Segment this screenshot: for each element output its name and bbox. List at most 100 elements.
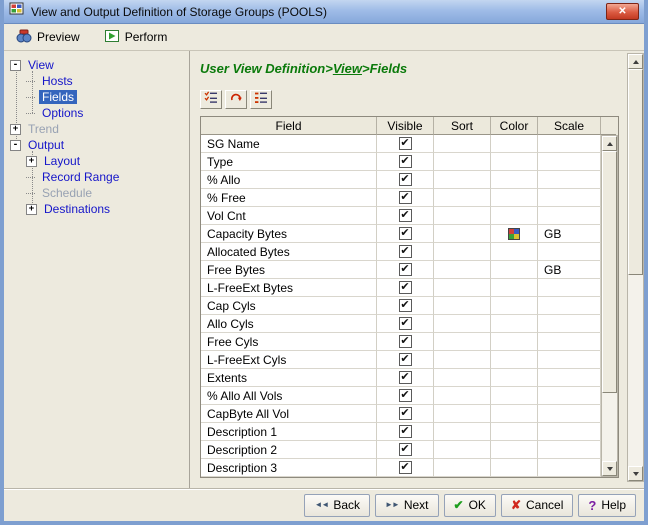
scale-cell[interactable] (538, 243, 601, 261)
ok-button[interactable]: ✔ OK (444, 494, 496, 517)
sort-cell[interactable] (434, 261, 491, 279)
color-cell[interactable] (491, 369, 538, 387)
color-cell[interactable] (491, 459, 538, 477)
sort-cell[interactable] (434, 171, 491, 189)
sort-cell[interactable] (434, 153, 491, 171)
color-cell[interactable] (491, 441, 538, 459)
visible-checkbox[interactable]: ✔ (399, 425, 412, 438)
field-name-cell[interactable]: SG Name (201, 135, 377, 153)
uncheck-all-fields-button[interactable] (250, 90, 272, 109)
field-name-cell[interactable]: Description 1 (201, 423, 377, 441)
field-name-cell[interactable]: Description 2 (201, 441, 377, 459)
back-button[interactable]: ◄◄ Back (304, 494, 370, 517)
sort-cell[interactable] (434, 297, 491, 315)
next-button[interactable]: ►► Next (375, 494, 439, 517)
sort-cell[interactable] (434, 423, 491, 441)
tree-expander-icon[interactable]: + (10, 124, 21, 135)
scale-cell[interactable]: GB (538, 225, 601, 243)
color-cell[interactable] (491, 243, 538, 261)
scale-cell[interactable] (538, 423, 601, 441)
visible-checkbox[interactable]: ✔ (399, 173, 412, 186)
tree-item[interactable]: Record Range (4, 169, 189, 185)
scale-cell[interactable] (538, 171, 601, 189)
field-name-cell[interactable]: L-FreeExt Cyls (201, 351, 377, 369)
title-bar[interactable]: View and Output Definition of Storage Gr… (4, 0, 644, 24)
field-name-cell[interactable]: CapByte All Vol (201, 405, 377, 423)
color-cell[interactable] (491, 207, 538, 225)
sort-cell[interactable] (434, 225, 491, 243)
visible-checkbox[interactable]: ✔ (399, 407, 412, 420)
sort-cell[interactable] (434, 315, 491, 333)
color-cell[interactable] (491, 387, 538, 405)
tree-item[interactable]: Fields (4, 89, 189, 105)
visible-checkbox[interactable]: ✔ (399, 335, 412, 348)
field-name-cell[interactable]: Vol Cnt (201, 207, 377, 225)
visible-checkbox[interactable]: ✔ (399, 353, 412, 366)
visible-checkbox[interactable]: ✔ (399, 371, 412, 384)
field-name-cell[interactable]: Description 3 (201, 459, 377, 477)
field-name-cell[interactable]: Extents (201, 369, 377, 387)
color-cell[interactable] (491, 405, 538, 423)
panel-scrollbar[interactable] (627, 53, 644, 482)
color-cell[interactable] (491, 333, 538, 351)
col-header-color[interactable]: Color (491, 117, 538, 135)
tree-item[interactable]: + Trend (4, 121, 189, 137)
perform-button[interactable]: Perform (100, 26, 172, 49)
color-cell[interactable] (491, 135, 538, 153)
color-cell[interactable] (491, 423, 538, 441)
field-name-cell[interactable]: Cap Cyls (201, 297, 377, 315)
scale-cell[interactable] (538, 135, 601, 153)
visible-checkbox[interactable]: ✔ (399, 209, 412, 222)
scale-cell[interactable] (538, 153, 601, 171)
check-all-fields-button[interactable] (200, 90, 222, 109)
visible-checkbox[interactable]: ✔ (399, 191, 412, 204)
scale-cell[interactable] (538, 189, 601, 207)
color-cell[interactable] (491, 189, 538, 207)
scale-cell[interactable] (538, 405, 601, 423)
col-header-sort[interactable]: Sort (434, 117, 491, 135)
field-name-cell[interactable]: Capacity Bytes (201, 225, 377, 243)
color-cell[interactable] (491, 279, 538, 297)
sort-cell[interactable] (434, 189, 491, 207)
table-scrollbar[interactable] (601, 135, 618, 477)
sort-cell[interactable] (434, 333, 491, 351)
table-scroll-down-button[interactable] (602, 461, 617, 476)
color-cell[interactable] (491, 225, 538, 243)
col-header-visible[interactable]: Visible (377, 117, 434, 135)
scale-cell[interactable] (538, 297, 601, 315)
tree-item[interactable]: Hosts (4, 73, 189, 89)
panel-scroll-down-button[interactable] (628, 466, 643, 481)
tree-item[interactable]: Options (4, 105, 189, 121)
preview-button[interactable]: Preview (12, 26, 84, 49)
tree-item[interactable]: + Layout (4, 153, 189, 169)
scale-cell[interactable] (538, 315, 601, 333)
close-button[interactable]: ✕ (606, 3, 639, 20)
color-cell[interactable] (491, 171, 538, 189)
sort-cell[interactable] (434, 441, 491, 459)
tree-expander-icon[interactable]: + (26, 204, 37, 215)
color-cell[interactable] (491, 261, 538, 279)
visible-checkbox[interactable]: ✔ (399, 299, 412, 312)
sort-cell[interactable] (434, 207, 491, 225)
col-header-field[interactable]: Field (201, 117, 377, 135)
panel-scroll-thumb[interactable] (628, 69, 643, 275)
tree-item[interactable]: Schedule (4, 185, 189, 201)
field-name-cell[interactable]: % Allo (201, 171, 377, 189)
field-name-cell[interactable]: % Allo All Vols (201, 387, 377, 405)
sort-cell[interactable] (434, 135, 491, 153)
field-name-cell[interactable]: Free Cyls (201, 333, 377, 351)
field-name-cell[interactable]: Free Bytes (201, 261, 377, 279)
scale-cell[interactable] (538, 207, 601, 225)
scale-cell[interactable] (538, 279, 601, 297)
color-cell[interactable] (491, 297, 538, 315)
visible-checkbox[interactable]: ✔ (399, 227, 412, 240)
sort-cell[interactable] (434, 369, 491, 387)
scale-cell[interactable] (538, 351, 601, 369)
scale-cell[interactable] (538, 333, 601, 351)
cancel-button[interactable]: ✘ Cancel (501, 494, 573, 517)
sort-cell[interactable] (434, 387, 491, 405)
sort-cell[interactable] (434, 243, 491, 261)
visible-checkbox[interactable]: ✔ (399, 137, 412, 150)
scale-cell[interactable] (538, 369, 601, 387)
sort-cell[interactable] (434, 405, 491, 423)
